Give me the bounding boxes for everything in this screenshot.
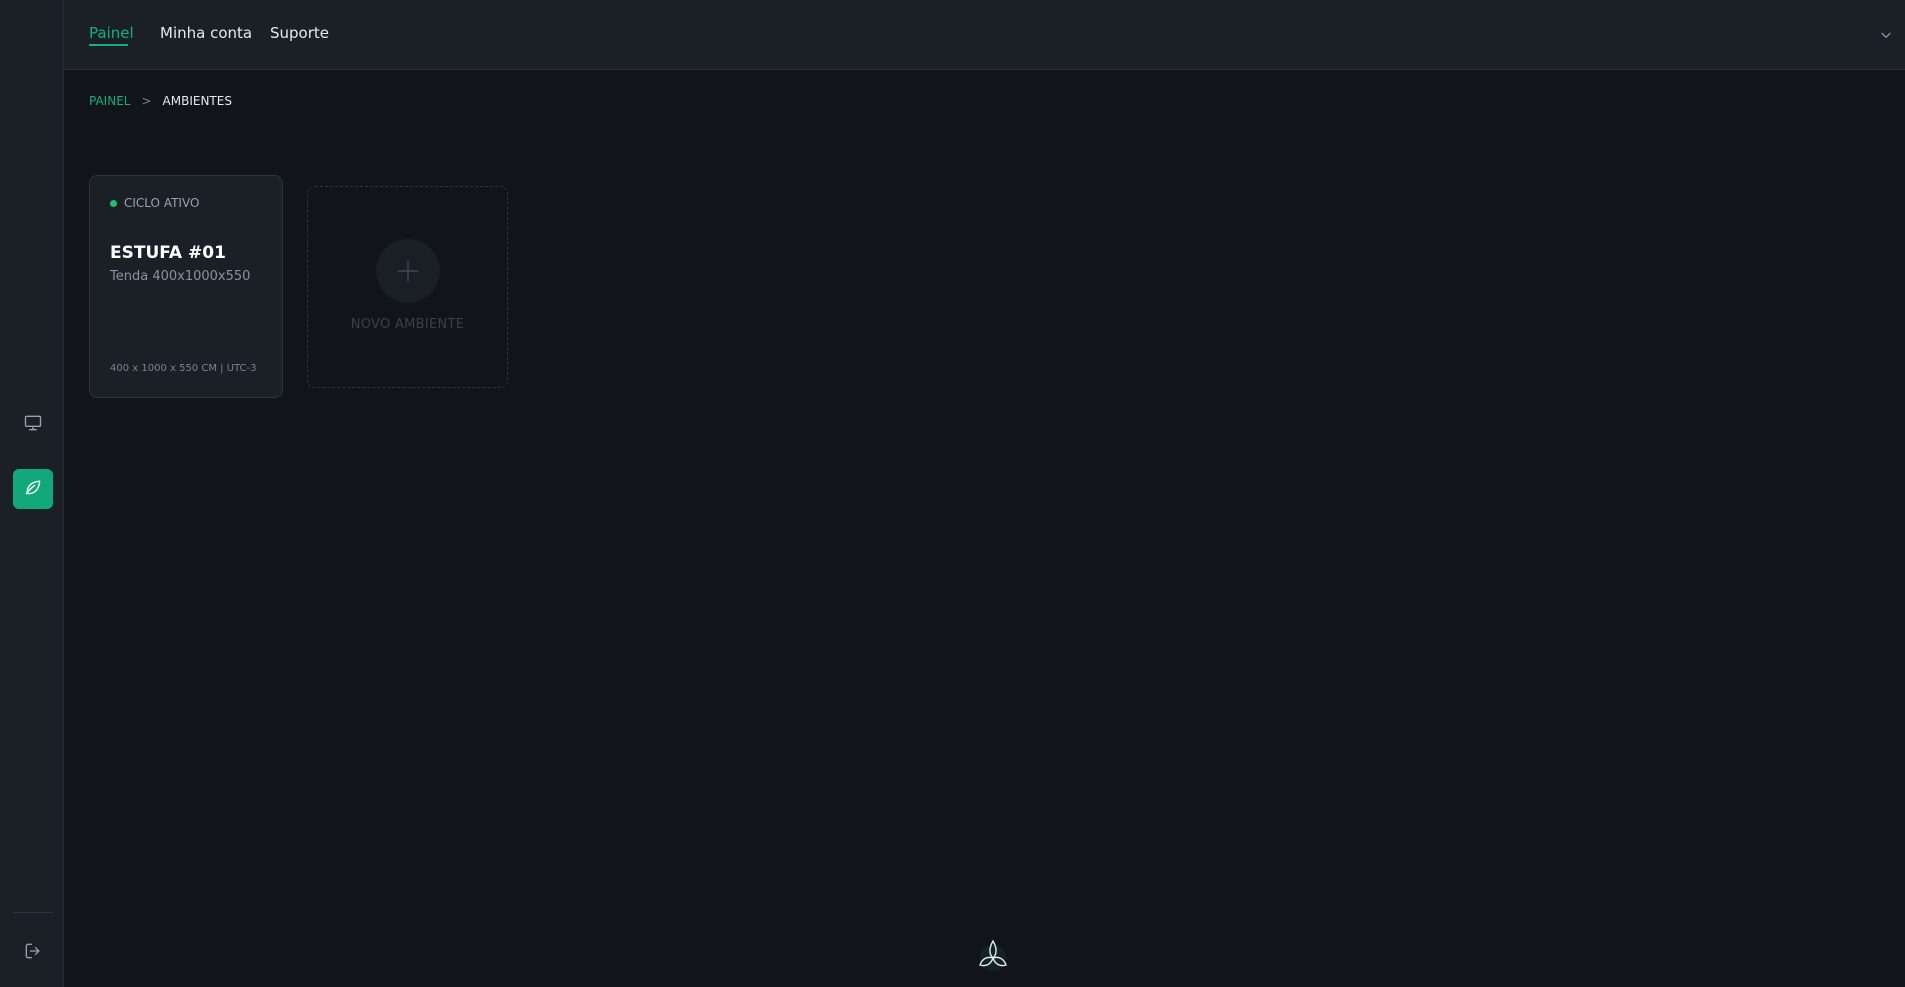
new-environment-label: NOVO AMBIENTE (350, 317, 465, 332)
sidebar (0, 0, 64, 987)
status-label: CICLO ATIVO (124, 196, 200, 210)
breadcrumb: PAINEL > AMBIENTES (89, 94, 232, 108)
chevron-down-icon[interactable] (1879, 27, 1893, 46)
new-environment-button[interactable]: NOVO AMBIENTE (307, 186, 508, 388)
top-navbar: Painel Minha conta Suporte (64, 0, 1905, 70)
tab-minha-conta[interactable]: Minha conta (160, 24, 252, 42)
logout-button[interactable] (13, 933, 53, 973)
breadcrumb-current: AMBIENTES (162, 94, 232, 108)
sidebar-item-environments[interactable] (13, 469, 53, 509)
monitor-icon (23, 413, 43, 437)
plus-icon (376, 239, 440, 303)
breadcrumb-separator: > (141, 94, 152, 108)
environment-subtitle: Tenda 400x1000x550 (110, 269, 251, 284)
leaf-icon (23, 477, 43, 501)
environment-card[interactable]: CICLO ATIVO ESTUFA #01 Tenda 400x1000x55… (89, 175, 283, 398)
tab-suporte[interactable]: Suporte (270, 24, 329, 42)
logo-icon (975, 936, 1011, 976)
active-tab-indicator (89, 44, 128, 46)
tab-painel[interactable]: Painel (89, 24, 134, 42)
environment-name: ESTUFA #01 (110, 243, 226, 263)
status-dot-icon (110, 199, 117, 207)
sidebar-item-monitor[interactable] (13, 405, 53, 445)
breadcrumb-painel[interactable]: PAINEL (89, 94, 130, 108)
logout-icon (23, 941, 43, 965)
environment-dimensions: 400 x 1000 x 550 CM | UTC-3 (110, 363, 257, 374)
status-badge: CICLO ATIVO (110, 196, 199, 210)
sidebar-divider (13, 912, 53, 913)
